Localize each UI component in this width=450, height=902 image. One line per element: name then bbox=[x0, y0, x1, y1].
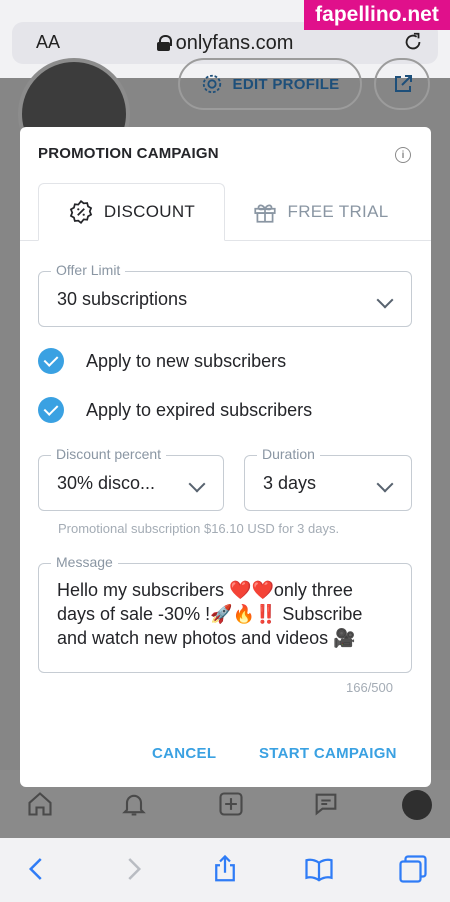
expired-subscribers-checkbox-row[interactable]: Apply to expired subscribers bbox=[38, 397, 312, 423]
tab-free-trial[interactable]: FREE TRIAL bbox=[225, 183, 415, 241]
duration-value: 3 days bbox=[263, 473, 317, 493]
message-text: Hello my subscribers ❤️❤️only three days… bbox=[57, 580, 363, 648]
expired-subscribers-checkbox[interactable] bbox=[38, 397, 64, 423]
forward-icon[interactable] bbox=[118, 854, 148, 884]
discount-percent-select[interactable]: Discount percent 30% disco... bbox=[38, 446, 224, 511]
cancel-button[interactable]: CANCEL bbox=[152, 745, 216, 762]
messages-icon bbox=[315, 793, 337, 816]
share-button bbox=[374, 58, 430, 110]
watermark: fapellino.net bbox=[304, 0, 450, 30]
tabs-icon[interactable] bbox=[398, 854, 428, 884]
lock-icon bbox=[156, 35, 172, 51]
discount-percent-legend: Discount percent bbox=[51, 446, 167, 462]
tab-discount[interactable]: DISCOUNT bbox=[38, 183, 225, 241]
tab-discount-label: DISCOUNT bbox=[103, 202, 196, 221]
chevron-down-icon bbox=[376, 475, 394, 493]
new-subscribers-checkbox[interactable] bbox=[38, 348, 64, 374]
offer-limit-value: 30 subscriptions bbox=[57, 289, 188, 309]
campaign-tabs: DISCOUNT FREE TRIAL bbox=[20, 183, 431, 241]
bell-icon bbox=[122, 794, 146, 816]
share-icon[interactable] bbox=[210, 854, 240, 884]
tab-free-trial-label: FREE TRIAL bbox=[287, 202, 389, 221]
add-post-icon bbox=[219, 792, 243, 816]
reload-icon[interactable] bbox=[402, 31, 424, 53]
chevron-down-icon bbox=[188, 475, 206, 493]
message-char-counter: 166/500 bbox=[346, 680, 393, 695]
external-link-icon bbox=[395, 75, 412, 92]
offer-limit-legend: Offer Limit bbox=[51, 262, 126, 278]
start-campaign-button[interactable]: START CAMPAIGN bbox=[259, 745, 397, 762]
duration-legend: Duration bbox=[257, 446, 320, 462]
new-subscribers-checkbox-row[interactable]: Apply to new subscribers bbox=[38, 348, 286, 374]
url-text: onlyfans.com bbox=[175, 31, 294, 54]
discount-badge-icon bbox=[69, 199, 93, 225]
message-legend: Message bbox=[51, 554, 118, 570]
gift-icon bbox=[253, 204, 276, 223]
duration-select[interactable]: Duration 3 days bbox=[244, 446, 412, 511]
gear-icon bbox=[202, 74, 221, 94]
user-avatar bbox=[402, 790, 432, 820]
edit-profile-button: EDIT PROFILE bbox=[178, 58, 362, 110]
info-icon[interactable]: i bbox=[395, 147, 411, 163]
edit-profile-label: EDIT PROFILE bbox=[232, 75, 340, 93]
dialog-title: PROMOTION CAMPAIGN bbox=[38, 145, 219, 162]
home-icon bbox=[28, 792, 52, 816]
back-icon[interactable] bbox=[22, 854, 52, 884]
screen: AA onlyfans.com fapellino.net EDIT PROFI… bbox=[0, 0, 450, 902]
browser-bottom-toolbar bbox=[0, 838, 450, 902]
offer-limit-select[interactable]: Offer Limit 30 subscriptions bbox=[38, 262, 412, 327]
discount-percent-value: 30% disco... bbox=[57, 473, 156, 493]
promo-price-hint: Promotional subscription $16.10 USD for … bbox=[58, 521, 340, 536]
chevron-down-icon bbox=[376, 291, 394, 309]
message-textarea[interactable]: Message Hello my subscribers ❤️❤️only th… bbox=[38, 554, 412, 673]
promotion-campaign-dialog: PROMOTION CAMPAIGN i DISCOUNT FREE TRIAL… bbox=[20, 127, 431, 787]
expired-subscribers-label: Apply to expired subscribers bbox=[86, 399, 313, 420]
new-subscribers-label: Apply to new subscribers bbox=[86, 350, 287, 371]
bookmarks-icon[interactable] bbox=[304, 854, 334, 884]
